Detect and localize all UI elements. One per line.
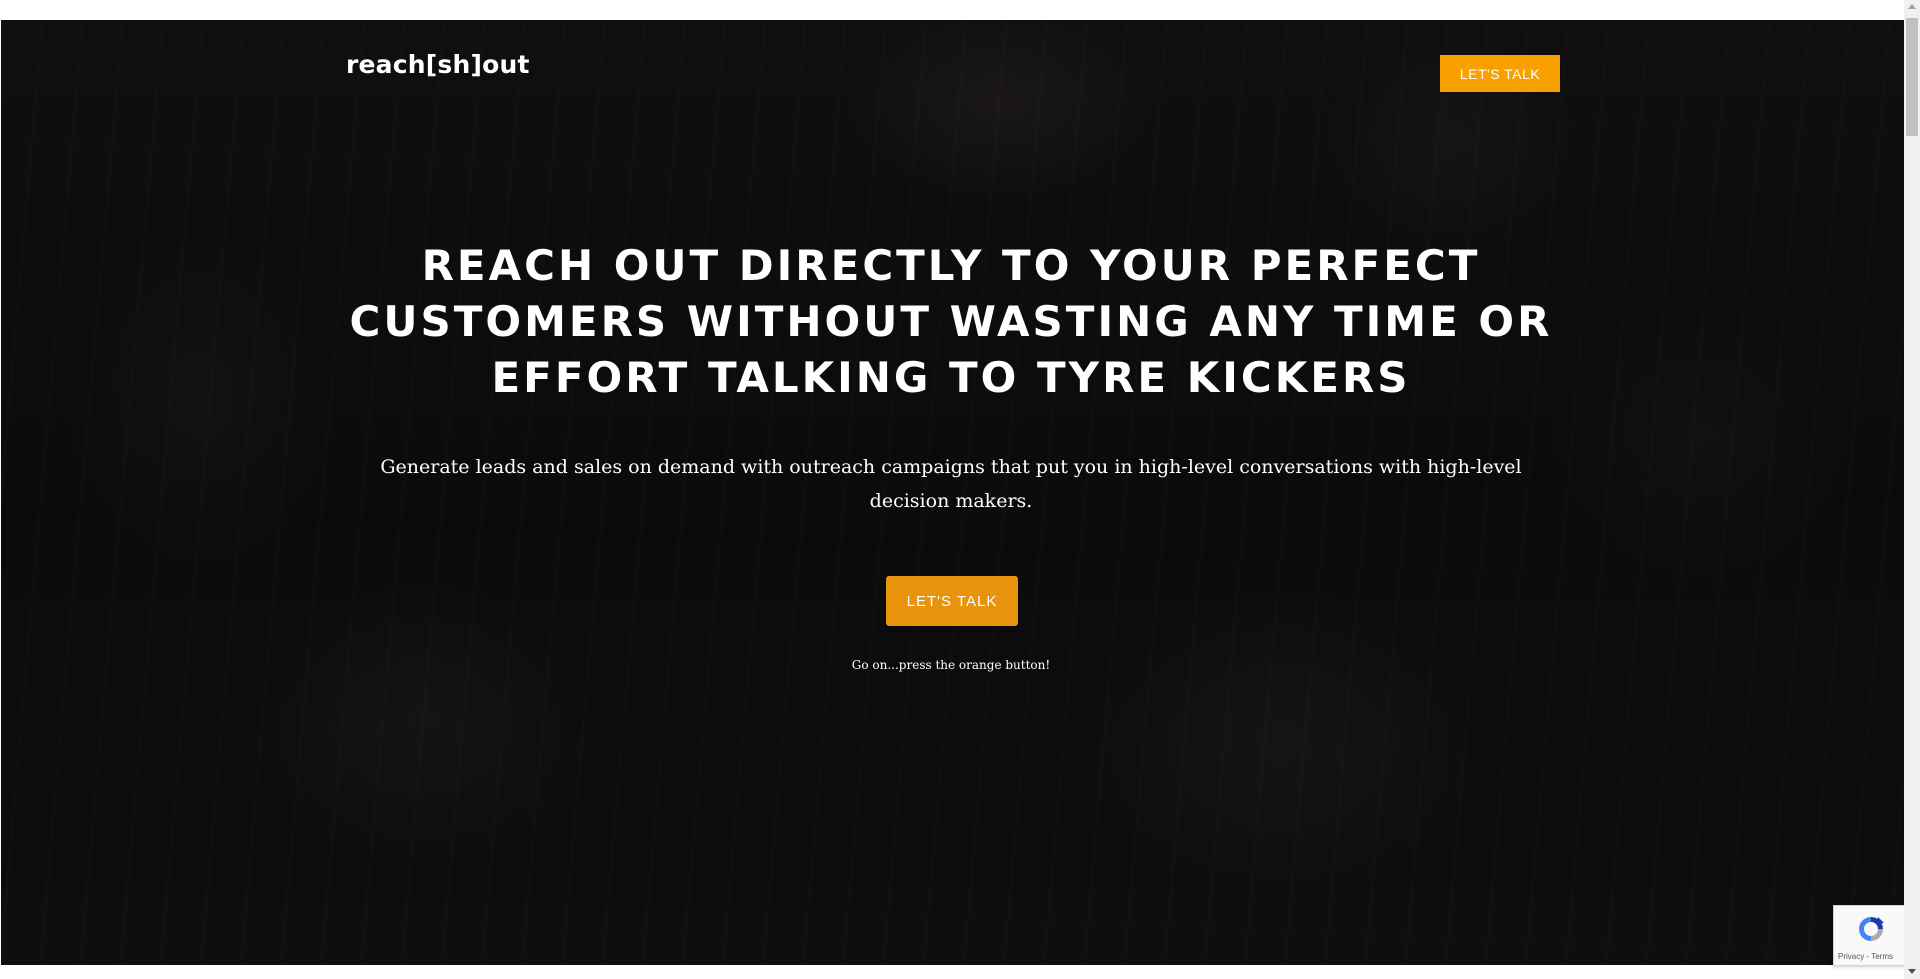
recaptcha-links: Privacy - Terms [1838,952,1904,961]
recaptcha-badge[interactable]: Privacy - Terms [1833,905,1904,966]
scroll-down-arrow-icon[interactable] [1908,969,1916,974]
recaptcha-icon [1859,917,1884,941]
site-logo[interactable]: reach[sh]out [346,50,530,79]
hero-lets-talk-button[interactable]: LET'S TALK [886,576,1018,626]
hero-subheadline: Generate leads and sales on demand with … [380,456,1522,512]
top-strip [0,0,1920,20]
header-lets-talk-button[interactable]: LET'S TALK [1440,55,1560,92]
recaptcha-privacy-link[interactable]: Privacy [1838,952,1864,961]
hero-headline: REACH OUT DIRECTLY TO YOUR PERFECT CUSTO… [349,241,1553,402]
vertical-scrollbar[interactable] [1904,0,1920,979]
scrollbar-thumb[interactable] [1906,18,1918,136]
bottom-strip [0,965,1904,979]
recaptcha-terms-link[interactable]: Terms [1871,952,1893,961]
hero-section: reach[sh]out LET'S TALK REACH OUT DIRECT… [1,20,1904,965]
scroll-up-arrow-icon[interactable] [1908,4,1916,9]
cta-note: Go on...press the orange button! [851,658,1051,672]
